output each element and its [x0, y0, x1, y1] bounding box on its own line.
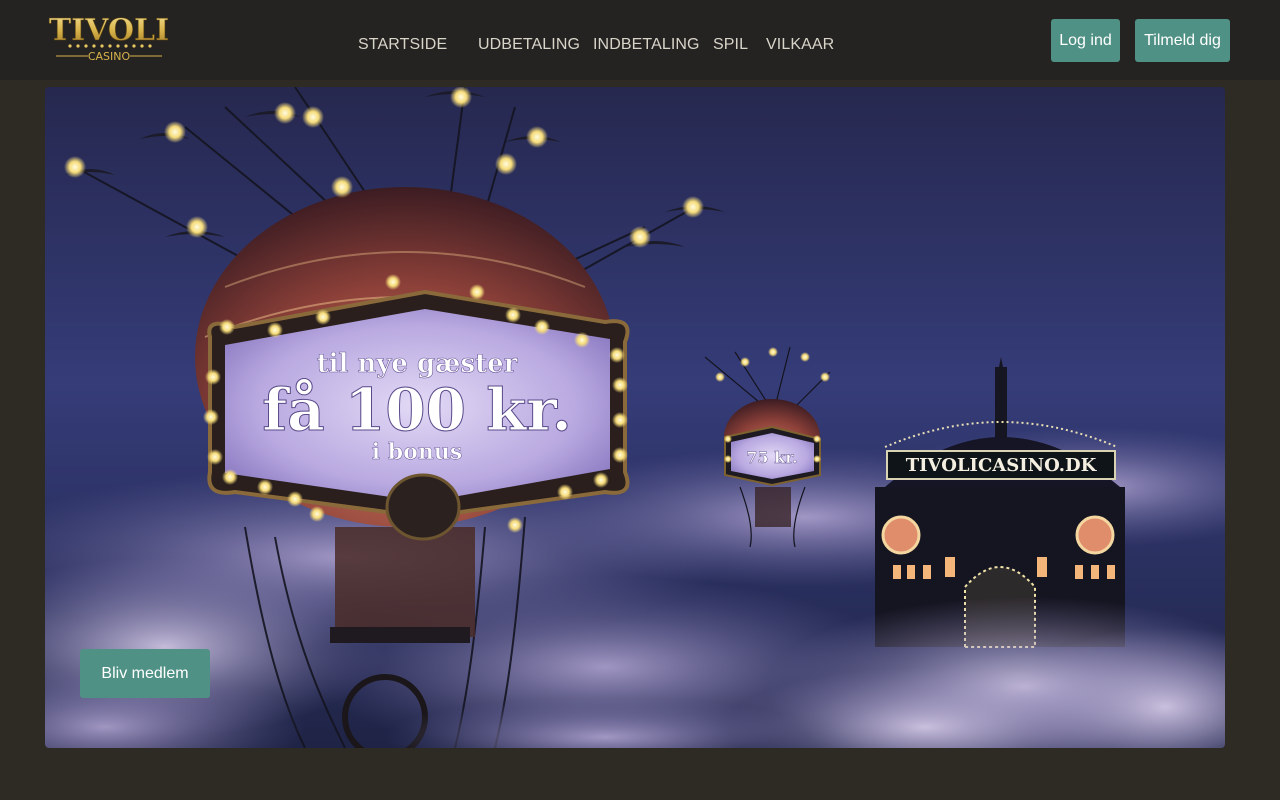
castle-sign: TIVOLICASINO.DK — [906, 455, 1098, 476]
hero-illustration: til nye gæster få 100 kr. i bonus 75 kr.… — [45, 87, 1225, 748]
nav-spil[interactable]: SPIL — [713, 35, 748, 55]
nav-vilkaar[interactable]: VILKAAR — [766, 35, 834, 55]
hero-sign-line3: i bonus — [372, 439, 462, 465]
join-button[interactable]: Bliv medlem — [80, 649, 210, 698]
login-button[interactable]: Log ind — [1051, 19, 1120, 62]
logo-wordmark: TIVOLI — [49, 13, 169, 48]
top-navigation-bar: TIVOLI CASINO STARTSIDE UDBETALING INDBE… — [0, 0, 1280, 80]
hero-banner[interactable]: til nye gæster få 100 kr. i bonus 75 kr.… — [45, 87, 1225, 748]
logo-subtitle: CASINO — [88, 50, 131, 63]
nav-indbetaling[interactable]: INDBETALING — [593, 35, 700, 55]
small-balloon-label: 75 kr. — [746, 448, 797, 467]
hero-sign-line1: til nye gæster — [317, 349, 518, 379]
tivoli-casino-logo[interactable]: TIVOLI CASINO — [48, 10, 170, 64]
nav-startside[interactable]: STARTSIDE — [358, 35, 447, 55]
nav-udbetaling[interactable]: UDBETALING — [478, 35, 580, 55]
hero-sign-line2: få 100 kr. — [262, 376, 572, 444]
signup-button[interactable]: Tilmeld dig — [1135, 19, 1230, 62]
